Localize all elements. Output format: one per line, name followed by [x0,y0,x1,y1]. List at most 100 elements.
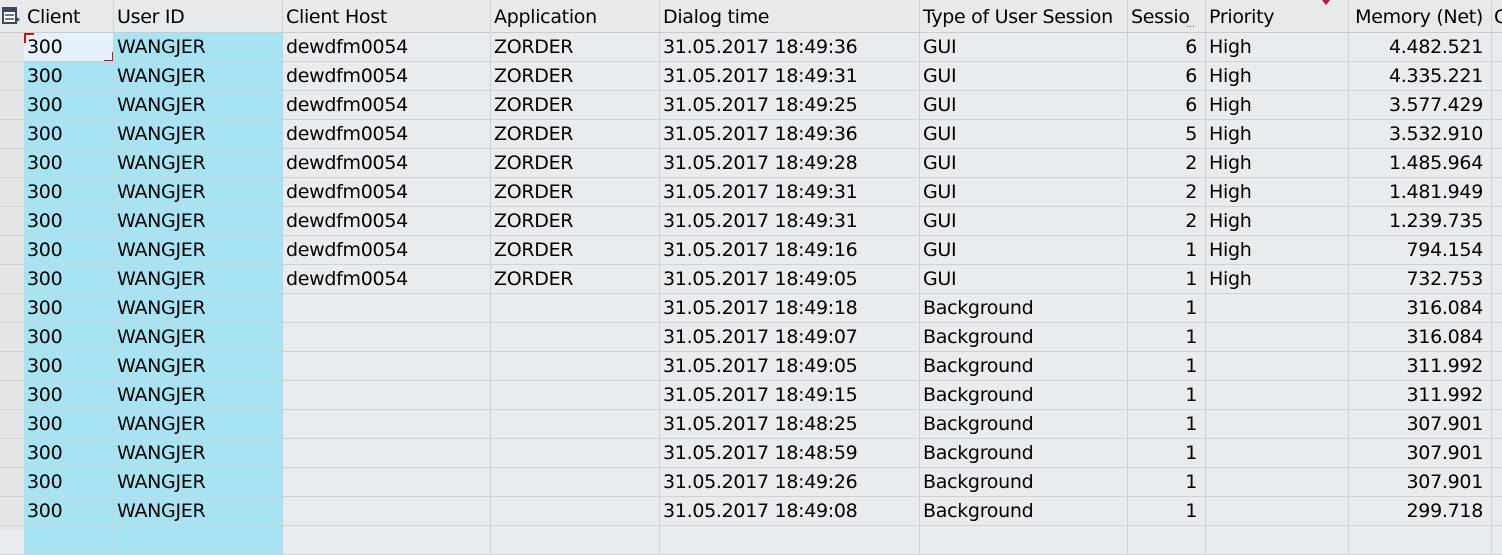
cell-client-host[interactable]: dewdfm0054 [283,91,491,120]
table-row[interactable]: 300 WANGJER 31.05.2017 18:49:08 Background 1… [0,497,1502,526]
cell-application[interactable] [491,497,660,526]
cell-next[interactable] [1492,236,1502,265]
cell-priority[interactable] [1206,497,1349,526]
cell-session-type[interactable]: Background [920,410,1128,439]
cell-session[interactable]: 2 [1128,178,1206,207]
table-row[interactable]: 300 WANGJER dewdfm0054 ZORDER 31.05.2017 18:… [0,149,1502,178]
table-row[interactable]: 300 WANGJER 31.05.2017 18:49:05 Background 1… [0,352,1502,381]
cell-client[interactable]: 300 [24,410,114,439]
cell-session-type[interactable] [920,526,1128,555]
cell-session[interactable]: 6 [1128,33,1206,62]
cell-session-type[interactable]: GUI [920,149,1128,178]
cell-session[interactable]: 1 [1128,381,1206,410]
cell-client-host[interactable]: dewdfm0054 [283,178,491,207]
cell-client[interactable]: 300 [24,149,114,178]
cell-dialog-time[interactable]: 31.05.2017 18:49:28 [660,149,920,178]
cell-next[interactable] [1492,526,1502,555]
row-selector[interactable] [0,236,24,265]
cell-user-id[interactable]: WANGJER [114,468,283,497]
row-selector[interactable] [0,120,24,149]
table-row[interactable]: 300 WANGJER 31.05.2017 18:48:25 Background 1… [0,410,1502,439]
cell-priority[interactable] [1206,468,1349,497]
cell-session[interactable]: 1 [1128,236,1206,265]
cell-client[interactable] [24,526,114,555]
row-selector[interactable] [0,526,24,555]
cell-priority[interactable] [1206,526,1349,555]
cell-next[interactable] [1492,33,1502,62]
cell-user-id[interactable]: WANGJER [114,33,283,62]
cell-dialog-time[interactable]: 31.05.2017 18:49:05 [660,352,920,381]
cell-session-type[interactable]: GUI [920,33,1128,62]
cell-client-host[interactable] [283,526,491,555]
cell-memory-net[interactable]: 3.532.910 [1349,120,1492,149]
cell-user-id[interactable]: WANGJER [114,265,283,294]
cell-next[interactable] [1492,381,1502,410]
cell-session[interactable]: 1 [1128,439,1206,468]
cell-user-id[interactable]: WANGJER [114,91,283,120]
row-selector[interactable] [0,497,24,526]
cell-application[interactable]: ZORDER [491,120,660,149]
row-selector[interactable] [0,410,24,439]
cell-next[interactable] [1492,265,1502,294]
cell-next[interactable] [1492,178,1502,207]
cell-next[interactable] [1492,62,1502,91]
cell-memory-net[interactable]: 299.718 [1349,497,1492,526]
row-selector[interactable] [0,352,24,381]
column-header-user-id[interactable]: User ID [114,0,283,32]
cell-dialog-time[interactable]: 31.05.2017 18:49:31 [660,178,920,207]
cell-session[interactable]: 1 [1128,352,1206,381]
table-row[interactable]: 300 WANGJER dewdfm0054 ZORDER 31.05.2017 18:… [0,120,1502,149]
cell-memory-net[interactable]: 4.482.521 [1349,33,1492,62]
cell-user-id[interactable]: WANGJER [114,294,283,323]
column-header-application[interactable]: Application [491,0,660,32]
table-row[interactable]: 300 WANGJER dewdfm0054 ZORDER 31.05.2017 18:… [0,91,1502,120]
cell-session-type[interactable]: Background [920,323,1128,352]
table-layout-icon[interactable] [2,7,21,25]
cell-next[interactable] [1492,410,1502,439]
cell-client[interactable]: 300 [24,62,114,91]
cell-next[interactable] [1492,497,1502,526]
cell-next[interactable] [1492,207,1502,236]
cell-memory-net[interactable]: 311.992 [1349,381,1492,410]
cell-client-host[interactable]: dewdfm0054 [283,236,491,265]
cell-dialog-time[interactable]: 31.05.2017 18:49:36 [660,120,920,149]
cell-user-id[interactable]: WANGJER [114,497,283,526]
cell-next[interactable] [1492,439,1502,468]
cell-dialog-time[interactable]: 31.05.2017 18:48:59 [660,439,920,468]
cell-dialog-time[interactable]: 31.05.2017 18:49:25 [660,91,920,120]
cell-memory-net[interactable]: 307.901 [1349,468,1492,497]
cell-client[interactable]: 300 [24,120,114,149]
cell-application[interactable] [491,468,660,497]
cell-next[interactable] [1492,91,1502,120]
cell-dialog-time[interactable]: 31.05.2017 18:49:05 [660,265,920,294]
cell-client[interactable]: 300 [24,352,114,381]
cell-priority[interactable] [1206,352,1349,381]
cell-session-type[interactable]: Background [920,381,1128,410]
cell-client-host[interactable] [283,294,491,323]
cell-client-host[interactable] [283,381,491,410]
cell-session-type[interactable]: Background [920,439,1128,468]
cell-dialog-time[interactable]: 31.05.2017 18:49:31 [660,207,920,236]
table-row[interactable]: 300 WANGJER dewdfm0054 ZORDER 31.05.2017 18:… [0,207,1502,236]
cell-session-type[interactable]: Background [920,294,1128,323]
cell-next[interactable] [1492,323,1502,352]
cell-memory-net[interactable]: 307.901 [1349,439,1492,468]
cell-user-id[interactable]: WANGJER [114,323,283,352]
cell-session-type[interactable]: Background [920,352,1128,381]
cell-memory-net[interactable]: 4.335.221 [1349,62,1492,91]
cell-session[interactable]: 1 [1128,265,1206,294]
row-selector[interactable] [0,323,24,352]
cell-application[interactable]: ZORDER [491,62,660,91]
cell-session[interactable]: 5 [1128,120,1206,149]
cell-memory-net[interactable]: 1.485.964 [1349,149,1492,178]
cell-application[interactable] [491,410,660,439]
row-selector[interactable] [0,294,24,323]
table-row[interactable]: 300 WANGJER 31.05.2017 18:48:59 Background 1… [0,439,1502,468]
cell-client[interactable]: 300 [24,497,114,526]
column-header-client[interactable]: Client [24,0,114,32]
cell-memory-net[interactable]: 3.577.429 [1349,91,1492,120]
cell-priority[interactable] [1206,410,1349,439]
cell-client-host[interactable] [283,468,491,497]
table-row[interactable]: 300 WANGJER 31.05.2017 18:49:07 Background 1… [0,323,1502,352]
column-header-client-host[interactable]: Client Host [283,0,491,32]
